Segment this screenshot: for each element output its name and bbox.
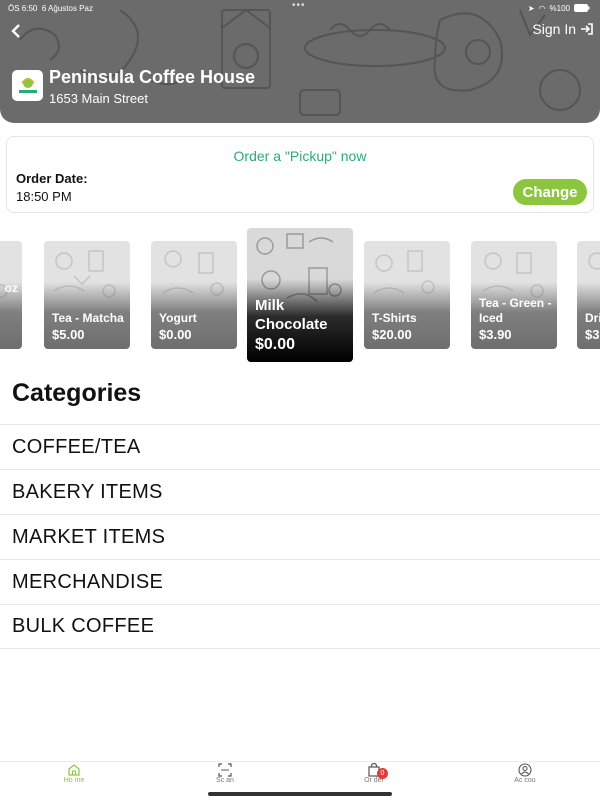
category-item-coffee-tea[interactable]: COFFEE/TEA xyxy=(0,424,600,469)
chevron-left-icon xyxy=(11,24,20,38)
product-price: $5.00 xyxy=(52,327,85,342)
category-list: COFFEE/TEA BAKERY ITEMS MARKET ITEMS MER… xyxy=(0,424,600,649)
category-item-market[interactable]: MARKET ITEMS xyxy=(0,514,600,559)
product-name: oz xyxy=(4,281,18,295)
category-item-bulk-coffee[interactable]: BULK COFFEE xyxy=(0,604,600,649)
battery-icon xyxy=(574,4,590,12)
product-card-selected[interactable]: Milk Chocolate $0.00 xyxy=(247,228,353,362)
store-logo xyxy=(12,70,43,101)
product-price: $0.00 xyxy=(255,336,296,353)
tab-order[interactable]: Or der 0 xyxy=(354,763,394,785)
back-button[interactable] xyxy=(6,22,26,42)
product-card[interactable]: T-Shirts $20.00 xyxy=(364,241,450,349)
location-icon: ➤ xyxy=(527,3,535,13)
product-name: Tea - Green - Iced xyxy=(479,296,552,325)
tab-account-label: Ac cou xyxy=(514,777,536,784)
product-name: Milk Chocolate xyxy=(255,297,328,333)
product-price: $0.00 xyxy=(159,327,192,342)
home-icon xyxy=(68,764,80,776)
product-name: Dri xyxy=(585,311,600,325)
store-header: ÖS 6:50 6 Ağustos Paz ➤ ◠ %100 ••• Sign … xyxy=(0,0,600,123)
categories-title: Categories xyxy=(12,379,142,407)
tab-scan[interactable]: Sc an xyxy=(205,763,245,785)
scan-icon xyxy=(218,763,232,777)
status-indicators: ➤ ◠ %100 xyxy=(528,4,590,13)
product-name: Tea - Matcha xyxy=(52,311,124,325)
tab-home-label: Ho me xyxy=(63,777,85,784)
multitasking-dots[interactable]: ••• xyxy=(292,0,306,11)
cart-count-badge: 0 xyxy=(377,768,388,779)
wifi-icon: ◠ xyxy=(538,3,546,13)
sign-in-label: Sign In xyxy=(532,21,576,37)
category-item-bakery[interactable]: BAKERY ITEMS xyxy=(0,469,600,514)
store-name: Peninsula Coffee House xyxy=(49,67,256,87)
tab-scan-label: Sc an xyxy=(216,777,234,784)
product-price: $3 xyxy=(585,327,600,342)
product-name: Yogurt xyxy=(159,311,197,325)
product-name: T-Shirts xyxy=(372,311,417,325)
order-type-card: Order a "Pickup" now Order Date: 18:50 P… xyxy=(6,136,594,213)
product-price: $20.00 xyxy=(372,327,412,342)
account-icon xyxy=(518,763,532,777)
product-card[interactable]: oz xyxy=(0,241,22,349)
logo-mark-icon xyxy=(18,77,37,93)
home-indicator[interactable] xyxy=(208,792,392,796)
product-card[interactable]: Tea - Matcha $5.00 xyxy=(44,241,130,349)
order-date-label: Order Date: xyxy=(16,171,88,186)
sign-in-button[interactable]: Sign In xyxy=(532,21,594,37)
tab-home[interactable]: Ho me xyxy=(54,763,94,785)
tab-account[interactable]: Ac cou xyxy=(505,763,545,785)
sign-in-icon xyxy=(581,23,593,35)
product-price: $3.90 xyxy=(479,327,512,342)
store-address: 1653 Main Street xyxy=(49,91,149,106)
product-card[interactable]: Tea - Green - Iced $3.90 xyxy=(471,241,557,349)
battery-percent: %100 xyxy=(549,3,570,13)
order-headline[interactable]: Order a "Pickup" now xyxy=(7,148,593,164)
order-date-value: 18:50 PM xyxy=(16,189,72,204)
category-item-merchandise[interactable]: MERCHANDISE xyxy=(0,559,600,604)
featured-products-carousel[interactable]: oz Tea - Matcha $5.00 Yogurt $0.00 Milk … xyxy=(0,228,600,363)
status-time: ÖS 6:50 6 Ağustos Paz xyxy=(8,3,93,13)
change-button[interactable]: Change xyxy=(513,179,587,205)
product-card[interactable]: Yogurt $0.00 xyxy=(151,241,237,349)
product-card[interactable]: Dri $3 xyxy=(577,241,600,349)
